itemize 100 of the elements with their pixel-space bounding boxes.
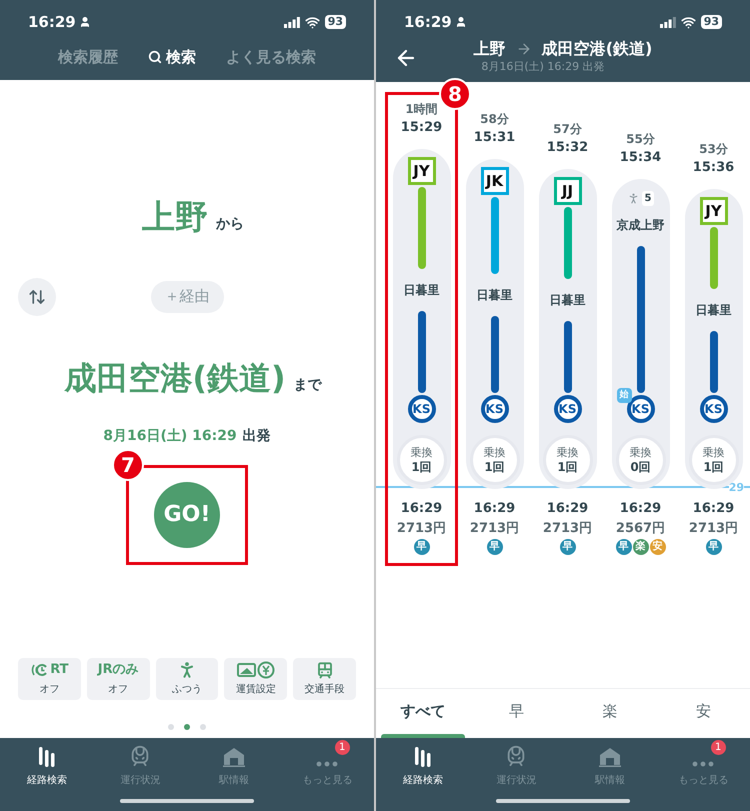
nav-tab[interactable]: 運行状況	[470, 738, 563, 788]
nav-tab[interactable]: もっと見る 1	[656, 738, 750, 788]
walk-minutes: 5	[642, 191, 654, 206]
filter-tab[interactable]: 早	[470, 689, 563, 738]
departure-time: 15:29	[400, 118, 442, 136]
person-icon	[454, 16, 467, 28]
origin-mark: 始	[616, 388, 632, 403]
route-tag: 早	[414, 539, 430, 555]
option-label: 運賃設定	[236, 682, 276, 697]
notification-badge: 1	[710, 740, 726, 755]
nav-tab[interactable]: 経路検索	[0, 738, 94, 788]
header-tab[interactable]: 検索履歴	[58, 46, 118, 68]
option-button[interactable]: ふつう	[156, 658, 218, 700]
transfer-station: 日暮里	[550, 292, 586, 309]
search-icon	[148, 50, 162, 64]
status-time: 16:29	[28, 12, 76, 33]
fare: 2713円	[470, 520, 520, 538]
nav-tab[interactable]: 駅情報	[187, 738, 280, 788]
route-duration: 55分	[626, 130, 655, 148]
arrival-time: 16:29	[620, 500, 662, 518]
train-icon	[129, 745, 152, 767]
transfer-count: 1回	[484, 460, 505, 475]
option-title: JRのみ	[98, 661, 139, 680]
nav-tab[interactable]: もっと見る 1	[280, 738, 374, 788]
route-destination: 成田空港(鉄道)	[542, 38, 652, 60]
route-duration: 57分	[553, 120, 582, 138]
transfer-station: 日暮里	[696, 302, 732, 319]
transfer-label: 乗換	[484, 445, 506, 460]
more-icon	[316, 761, 338, 767]
more-icon	[692, 761, 714, 767]
route-arrow-icon	[516, 41, 532, 57]
go-button[interactable]: GO!	[154, 482, 220, 548]
filter-tab[interactable]: 楽	[563, 689, 656, 738]
person-icon	[78, 16, 91, 28]
departure-time: 15:36	[692, 158, 734, 176]
line-badge: JJ	[554, 177, 582, 205]
ticket-coin-icon	[236, 661, 275, 679]
callout-number: 8	[439, 78, 471, 110]
route-tag: 安	[650, 539, 666, 555]
departure-time: 15:32	[546, 138, 588, 156]
line-end-badge: KS	[408, 395, 436, 423]
transfer-station: 日暮里	[404, 282, 440, 299]
callout-number: 7	[112, 448, 144, 480]
route-duration: 53分	[699, 140, 728, 158]
transfer-label: 乗換	[630, 445, 652, 460]
option-button[interactable]: 交通手段	[293, 658, 356, 700]
option-button[interactable]: RT オフ	[18, 658, 81, 700]
option-label: 交通手段	[304, 682, 345, 697]
arrival-time: 16:29	[546, 500, 588, 518]
battery-level: 93	[324, 15, 346, 29]
battery-level: 93	[700, 15, 722, 29]
route-origin: 上野	[474, 38, 506, 60]
filter-tab[interactable]: すべて	[376, 689, 470, 738]
departure-datetime[interactable]: 8月16日(土) 16:29	[103, 426, 237, 446]
station-building-icon	[598, 747, 621, 767]
departure-time: 15:34	[620, 148, 662, 166]
filter-tab[interactable]: 安	[656, 689, 750, 738]
route-tag: 楽	[632, 539, 648, 555]
route-duration: 1時間	[405, 100, 438, 118]
route-bars-icon	[38, 747, 56, 767]
destination-station[interactable]: 成田空港(鉄道)	[64, 354, 286, 402]
transfer-count: 1回	[411, 460, 432, 475]
transfer-label: 乗換	[410, 445, 432, 460]
route-duration: 58分	[480, 110, 509, 128]
transfer-label: 乗換	[556, 445, 578, 460]
signal-icon	[660, 16, 676, 28]
option-label: オフ	[39, 683, 60, 697]
arrival-time: 16:29	[692, 500, 734, 518]
swap-button[interactable]	[18, 278, 56, 316]
fare: 2713円	[396, 520, 446, 538]
option-button[interactable]: 運賃設定	[224, 658, 288, 700]
wifi-icon	[680, 14, 696, 30]
fare: 2713円	[542, 520, 592, 538]
option-title: RT	[50, 661, 69, 680]
route-bars-icon	[414, 747, 432, 767]
route-tag: 早	[616, 539, 632, 555]
walking-person-icon	[626, 192, 640, 205]
origin-station[interactable]: 上野	[142, 192, 208, 242]
realtime-signal-icon	[30, 663, 48, 677]
line-end-badge: KS	[700, 395, 728, 423]
via-button[interactable]: ＋経由	[150, 280, 224, 312]
transfer-count: 1回	[703, 460, 724, 475]
nav-tab[interactable]: 運行状況	[94, 738, 187, 788]
nav-tab[interactable]: 経路検索	[376, 738, 470, 788]
line-end-badge: KS	[626, 395, 654, 423]
nav-tab[interactable]: 駅情報	[563, 738, 656, 788]
option-button[interactable]: JRのみ オフ	[86, 658, 150, 700]
line-badge: JK	[480, 167, 508, 195]
header-tab[interactable]: よく見る検索	[226, 46, 316, 68]
line-badge: JY	[408, 157, 436, 185]
departure-time: 15:31	[474, 128, 516, 146]
arrival-time: 16:29	[400, 500, 442, 518]
line-end-badge: KS	[480, 395, 508, 423]
wifi-icon	[304, 14, 320, 30]
notification-badge: 1	[334, 740, 350, 755]
signal-icon	[284, 16, 300, 28]
transfer-station: 日暮里	[476, 287, 512, 304]
fare: 2713円	[688, 520, 738, 538]
origin-suffix: から	[216, 215, 244, 234]
header-tab[interactable]: 検索	[148, 46, 196, 68]
